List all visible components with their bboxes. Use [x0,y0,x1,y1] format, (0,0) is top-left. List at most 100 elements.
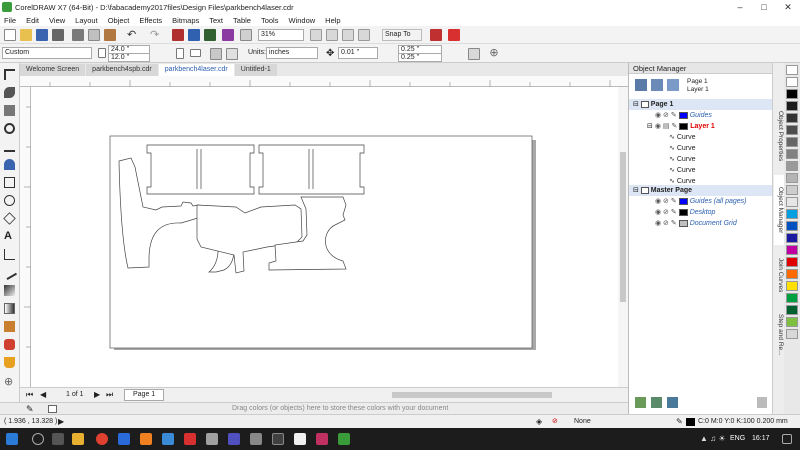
undo-icon[interactable]: ↶ [127,29,139,41]
treat-as-filled-icon[interactable] [468,48,480,60]
scroll-thumb[interactable] [620,152,626,302]
rectangle-tool-icon[interactable] [4,177,15,188]
cut-icon[interactable] [72,29,84,41]
artistic-media-icon[interactable] [4,159,15,170]
start-icon[interactable] [6,433,18,445]
menu-object[interactable]: Object [108,16,130,25]
text-tool-icon[interactable]: A [4,231,15,242]
no-color-swatch[interactable] [48,405,57,413]
chrome-icon[interactable] [96,433,108,445]
paste-icon[interactable] [104,29,116,41]
snap-to-dropdown[interactable]: Snap To [382,29,422,41]
tree-curve-2[interactable]: ∿ Curve [669,143,696,154]
publish-pdf-icon[interactable] [222,29,234,41]
application-launcher-icon[interactable] [448,29,460,41]
tab-step-and-repeat[interactable]: Step and Re... [774,305,784,365]
interactive-fill-icon[interactable] [4,339,15,350]
task-view-icon[interactable] [52,433,64,445]
swatch-magenta[interactable] [786,245,798,255]
freehand-tool-icon[interactable] [4,141,15,152]
save-icon[interactable] [36,29,48,41]
current-page-icon[interactable] [226,48,238,60]
ellipse-tool-icon[interactable] [4,195,15,206]
show-guidelines-icon[interactable] [358,29,370,41]
notifications-icon[interactable] [782,434,792,444]
add-tool-icon[interactable]: ⊕ [4,377,15,388]
tab-welcome-screen[interactable]: Welcome Screen [20,64,86,76]
open-icon[interactable] [20,29,32,41]
minimize-button[interactable]: – [728,0,752,14]
edit-across-layers-icon[interactable] [667,79,679,91]
full-screen-icon[interactable] [310,29,322,41]
print-icon[interactable] [52,29,64,41]
menu-tools[interactable]: Tools [261,16,279,25]
menu-window[interactable]: Window [288,16,315,25]
menu-layout[interactable]: Layout [75,16,98,25]
edge-icon[interactable] [162,433,174,445]
vertical-scrollbar[interactable] [618,87,628,387]
portrait-icon[interactable] [176,48,184,59]
swatch-k40[interactable] [786,161,798,171]
pick-tool-icon[interactable] [4,69,15,80]
close-button[interactable]: ✕ [776,0,800,14]
shape-tool-icon[interactable] [4,87,15,98]
delete-layer-icon[interactable] [757,397,767,408]
menu-table[interactable]: Table [233,16,251,25]
new-master-all-pages-icon[interactable] [667,397,678,408]
zoom-level-field[interactable]: 31% [258,29,304,41]
clock[interactable]: 16:17 [752,433,770,445]
parallel-dimension-icon[interactable] [4,249,15,260]
tab-untitled-1[interactable]: Untitled-1 [234,64,277,76]
swatch-light-gray[interactable] [786,329,798,339]
language-indicator[interactable]: ENG [730,433,745,445]
menu-view[interactable]: View [49,16,65,25]
zoom-tool-icon[interactable] [4,123,15,134]
polygon-tool-icon[interactable] [3,212,16,225]
tree-curve-1[interactable]: ∿ Curve [669,132,696,143]
menu-edit[interactable]: Edit [26,16,39,25]
new-layer-icon[interactable] [635,397,646,408]
swatch-black[interactable] [786,89,798,99]
swatch-k70[interactable] [786,125,798,135]
units-dropdown[interactable]: inches [266,47,318,59]
copy-icon[interactable] [88,29,100,41]
app-icon-7[interactable] [206,433,218,445]
swatch-white[interactable] [786,77,798,87]
acrobat-icon[interactable] [184,433,196,445]
swatch-navy[interactable] [786,233,798,243]
next-page-icon[interactable]: ▶ [94,389,100,401]
search-icon[interactable] [32,433,44,445]
duplicate-y-field[interactable]: 0.25 " [398,53,442,62]
show-grid-icon[interactable] [342,29,354,41]
swatch-k30[interactable] [786,173,798,183]
smart-fill-icon[interactable] [4,357,15,368]
paint-icon[interactable] [294,433,306,445]
menu-help[interactable]: Help [325,16,340,25]
page-size-preset[interactable]: Custom [2,47,92,59]
show-properties-icon[interactable] [635,79,647,91]
swatch-green[interactable] [786,293,798,303]
swatch-orange[interactable] [786,269,798,279]
quick-customize-icon[interactable]: ⊕ [488,48,500,60]
swatch-k10[interactable] [786,197,798,207]
horizontal-scroll-thumb[interactable] [392,392,552,398]
connector-tool-icon[interactable] [1,264,18,281]
menu-file[interactable]: File [4,16,16,25]
tab-parkbench4spb[interactable]: parkbench4spb.cdr [86,64,158,76]
redo-icon[interactable]: ↷ [150,29,162,41]
tree-master-guides[interactable]: ◉ ⊘ ✎ Guides (all pages) [655,196,747,207]
landscape-icon[interactable] [190,49,201,57]
search-content-icon[interactable] [172,29,184,41]
tree-desktop[interactable]: ◉ ⊘ ✎ Desktop [655,207,715,218]
crop-tool-icon[interactable] [4,105,15,116]
transparency-icon[interactable] [4,303,15,314]
tab-object-manager[interactable]: Object Manager [774,175,784,245]
swatch-k60[interactable] [786,137,798,147]
drop-shadow-icon[interactable] [4,285,15,296]
menu-effects[interactable]: Effects [139,16,162,25]
coreldraw-taskbar-icon[interactable] [338,433,350,445]
swatch-yellow[interactable] [786,281,798,291]
swatch-lime[interactable] [786,317,798,327]
maximize-button[interactable]: □ [752,0,776,14]
import-icon[interactable] [188,29,200,41]
